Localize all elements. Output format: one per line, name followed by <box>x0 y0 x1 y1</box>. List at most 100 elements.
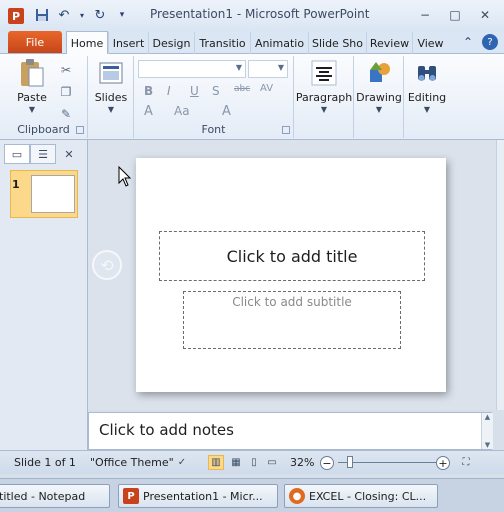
spelling-icon[interactable]: ✓ <box>174 455 190 470</box>
help-icon[interactable]: ? <box>482 34 498 50</box>
slide-number: 1 <box>12 178 20 191</box>
character-spacing-button[interactable]: AV <box>260 83 273 94</box>
clipboard-group-label: Clipboard <box>17 123 70 136</box>
paste-label: Paste <box>17 91 47 104</box>
copy-icon[interactable]: ❐ <box>58 84 74 100</box>
chevron-down-icon: ▼ <box>28 105 36 114</box>
powerpoint-app-icon[interactable]: P <box>8 8 24 24</box>
powerpoint-icon: P <box>123 488 139 504</box>
chevron-down-icon: ▼ <box>107 105 115 114</box>
shadow-button[interactable]: S <box>212 84 220 98</box>
tab-review[interactable]: Review <box>366 32 412 54</box>
title-bar: P ↶ ▾ ↻ ▾ Presentation1 - Microsoft Powe… <box>0 0 504 30</box>
new-slide-button[interactable]: Slides ▼ <box>92 58 130 114</box>
drawing-label: Drawing <box>356 91 402 104</box>
slide-thumbnail-selected[interactable] <box>10 170 78 218</box>
minimize-ribbon-icon[interactable]: ⌃ <box>460 34 476 50</box>
slide-counter: Slide 1 of 1 <box>14 456 76 469</box>
zoom-out-button[interactable]: − <box>320 456 334 470</box>
firefox-icon: ● <box>289 488 305 504</box>
editing-label: Editing <box>407 91 447 104</box>
scroll-up-icon[interactable]: ▲ <box>485 413 490 421</box>
shapes-icon <box>364 58 394 88</box>
tab-bar-icons: ⌃ ? <box>460 34 498 50</box>
editing-group: Editing ▼ <box>404 56 450 138</box>
close-button[interactable]: ✕ <box>470 6 500 24</box>
slide-editing-area: ⟲ Click to add title Click to add subtit… <box>88 140 496 410</box>
drawing-button[interactable]: Drawing ▼ <box>355 58 403 114</box>
notes-scrollbar[interactable]: ▲ ▼ <box>481 413 493 449</box>
italic-button[interactable]: I <box>167 84 171 98</box>
minimize-button[interactable]: − <box>410 6 440 24</box>
taskbar-item-label: EXCEL - Closing: CL... <box>309 489 427 503</box>
close-pane-icon[interactable]: ✕ <box>56 144 82 164</box>
customize-icon[interactable]: ▾ <box>114 6 130 24</box>
taskbar-item-powerpoint[interactable]: P Presentation1 - Micr... <box>118 484 278 508</box>
editing-button[interactable]: Editing ▼ <box>404 58 450 114</box>
paste-icon <box>17 58 47 88</box>
notes-pane[interactable]: Click to add notes <box>88 412 492 450</box>
scroll-down-icon[interactable]: ▼ <box>485 441 490 449</box>
outline-tab-icon[interactable]: ☰ <box>30 144 56 164</box>
chevron-down-icon: ▼ <box>423 105 431 114</box>
save-icon[interactable] <box>34 6 50 24</box>
tab-file[interactable]: File <box>8 31 62 53</box>
mouse-cursor-icon <box>118 166 132 187</box>
taskbar-item-notepad[interactable]: titled - Notepad <box>0 484 110 508</box>
zoom-level[interactable]: 32% <box>290 456 314 469</box>
clipboard-launcher-icon[interactable] <box>76 126 84 134</box>
font-group-label: Font <box>201 123 226 136</box>
zoom-in-button[interactable]: + <box>436 456 450 470</box>
redo-icon[interactable]: ↻ <box>92 6 108 24</box>
tab-view[interactable]: View <box>412 32 448 54</box>
fit-to-window-icon[interactable]: ⛶ <box>458 455 474 470</box>
align-center-icon <box>309 58 339 88</box>
slides-pane: ▭ ☰ ✕ 1 <box>0 140 88 450</box>
slide-show-icon[interactable]: ▭ <box>264 455 280 470</box>
font-launcher-icon[interactable] <box>282 126 290 134</box>
font-color-button[interactable]: A <box>222 104 231 119</box>
zoom-slider-thumb[interactable] <box>347 456 354 468</box>
tab-home[interactable]: Home <box>66 31 108 55</box>
tab-transitions[interactable]: Transitio <box>194 32 250 54</box>
maximize-button[interactable]: □ <box>440 6 470 24</box>
tab-animations[interactable]: Animatio <box>250 32 308 54</box>
quick-access-toolbar: ↶ ▾ ↻ ▾ <box>34 6 130 24</box>
bold-button[interactable]: B <box>144 84 153 98</box>
chevron-down-icon: ▼ <box>375 105 383 114</box>
strikethrough-button[interactable]: abc <box>234 84 250 94</box>
taskbar-item-label: titled - Notepad <box>0 489 86 503</box>
format-painter-icon[interactable]: ✎ <box>58 106 74 122</box>
tab-slide-show[interactable]: Slide Sho <box>308 32 366 54</box>
vertical-scrollbar[interactable] <box>496 140 504 410</box>
chevron-down-icon: ▼ <box>320 105 328 114</box>
cut-icon[interactable]: ✂ <box>58 62 74 78</box>
change-case-button[interactable]: Aa <box>174 104 190 118</box>
window-controls: − □ ✕ <box>410 6 500 24</box>
undo-icon[interactable]: ↶ <box>56 6 72 24</box>
font-size-combo[interactable]: ▼ <box>248 60 288 78</box>
slide-sorter-icon[interactable]: ▦ <box>228 455 244 470</box>
title-placeholder[interactable]: Click to add title <box>159 231 425 281</box>
slide-thumbnail[interactable] <box>31 175 75 213</box>
normal-view-icon[interactable]: ▥ <box>208 455 224 470</box>
taskbar-item-excel[interactable]: ● EXCEL - Closing: CL... <box>284 484 438 508</box>
tab-design[interactable]: Design <box>148 32 194 54</box>
chevron-down-icon: ▼ <box>277 63 284 72</box>
font-name-combo[interactable]: ▼ <box>138 60 246 78</box>
undo-dropdown-icon[interactable]: ▾ <box>78 6 86 24</box>
slide-canvas[interactable]: Click to add title Click to add subtitle <box>136 158 446 392</box>
slides-label: Slides <box>94 91 128 104</box>
tab-insert[interactable]: Insert <box>108 32 148 54</box>
font-size-increase-button[interactable]: A <box>144 104 153 119</box>
paragraph-group: Paragraph ▼ <box>294 56 354 138</box>
slides-tab-icon[interactable]: ▭ <box>4 144 30 164</box>
status-bar: Slide 1 of 1 "Office Theme" ✓ ▥ ▦ ▯ ▭ 32… <box>0 450 504 474</box>
reading-view-icon[interactable]: ▯ <box>246 455 262 470</box>
subtitle-placeholder[interactable]: Click to add subtitle <box>183 291 401 349</box>
paste-button[interactable]: Paste ▼ <box>10 58 54 114</box>
theme-name[interactable]: "Office Theme" <box>90 456 174 469</box>
font-group: ▼ ▼ B I U S abc AV A Aa A Font <box>134 56 294 138</box>
paragraph-button[interactable]: Paragraph ▼ <box>296 58 352 114</box>
underline-button[interactable]: U <box>190 84 199 98</box>
